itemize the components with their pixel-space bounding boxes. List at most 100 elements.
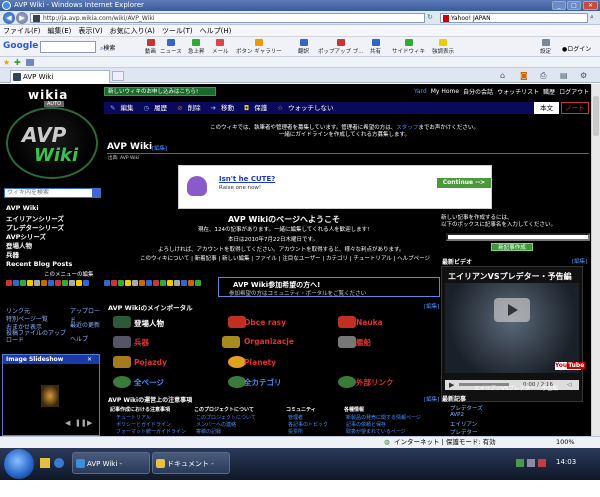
wikia-logo[interactable]: wikia — [28, 88, 68, 102]
tools-icon[interactable]: ⚙ — [580, 71, 587, 80]
toolbox-icon[interactable] — [104, 280, 110, 286]
toolbox-icon[interactable] — [195, 280, 201, 286]
play-icon[interactable] — [494, 298, 530, 322]
action-unwatch[interactable]: ☆ ウォッチしない — [277, 102, 338, 114]
column-item[interactable]: 管理者 — [288, 414, 303, 421]
scrollbar-thumb[interactable] — [593, 96, 599, 136]
minimize-button[interactable]: _ — [552, 1, 566, 10]
nav-avp-wiki[interactable]: AVP Wiki — [6, 204, 39, 212]
my-home-link[interactable]: My Home — [431, 88, 459, 95]
home-icon[interactable]: ⌂ — [500, 71, 505, 80]
rss-icon[interactable]: ◙ — [520, 71, 528, 80]
new-tab-button[interactable] — [112, 71, 124, 81]
ad-title[interactable]: Isn't he CUTE? — [219, 175, 275, 183]
column-item[interactable]: 寄稿の記録 — [196, 428, 221, 435]
task-documents[interactable]: ドキュメント - ワ... — [152, 452, 230, 490]
watchlist-link[interactable]: ウォッチリスト — [497, 87, 539, 96]
portal-all-pages[interactable]: 全ページ — [134, 377, 164, 388]
portal-obce-rasy[interactable]: Obce rasy — [244, 318, 286, 327]
video-player[interactable]: エイリアンVSプレデター・予告編 ▶ 0:00 / 2:16 ◁ — [441, 266, 583, 402]
wiki-search-button[interactable] — [92, 188, 101, 198]
youtube-logo[interactable]: YouTube — [555, 362, 586, 370]
toolbox-icon[interactable] — [20, 280, 26, 286]
recent-item[interactable]: プレデターズ — [450, 404, 483, 412]
video-play-button[interactable]: ▶ — [449, 380, 454, 390]
portal-external-links[interactable]: 外部リンク — [356, 377, 394, 388]
toolbox-icon[interactable] — [160, 280, 166, 286]
menu-help[interactable]: ヘルプ(H) — [200, 25, 232, 37]
tab-article[interactable]: 本文 — [534, 102, 559, 114]
toolbox-icon[interactable] — [188, 280, 194, 286]
browser-search-input[interactable]: Yahoo! JAPAN — [440, 13, 588, 23]
google-search-button[interactable]: ⌕検索 — [100, 43, 115, 53]
column-item[interactable]: 取扱が望まれているページ — [346, 428, 406, 435]
portal-ships[interactable]: 艦船 — [356, 337, 371, 348]
wiki-search-input[interactable] — [4, 188, 98, 198]
recent-item[interactable]: AVP2 — [450, 412, 464, 418]
toolbox-icon[interactable] — [111, 280, 117, 286]
toolbar-translate-button[interactable]: 翻訳 — [298, 39, 309, 55]
portal-organizacje[interactable]: Organizacje — [244, 337, 294, 346]
feed-icon[interactable] — [26, 59, 34, 66]
column-item[interactable]: 新製品の発売に関する情報ページ — [346, 414, 421, 421]
status-zone[interactable]: インターネット | 保護モード: 有効 — [394, 437, 496, 448]
toolbox-icon[interactable] — [83, 280, 89, 286]
page-menu-icon[interactable]: ▤ — [560, 71, 568, 80]
vertical-scrollbar[interactable] — [591, 84, 600, 436]
link-recentchanges[interactable]: 最近の更新 — [70, 320, 100, 329]
toolbox-icon[interactable] — [125, 280, 131, 286]
link-upload-file[interactable]: 投稿ファイルのアップロード — [6, 330, 66, 344]
column-item[interactable]: 投票所 — [288, 428, 303, 435]
action-history[interactable]: ◷ 履歴 — [143, 102, 172, 114]
new-wiki-banner[interactable]: 新しいウィキのお申し込みはこちら! — [104, 87, 216, 96]
print-icon[interactable]: ⎙ — [540, 71, 546, 81]
add-favorite-icon[interactable]: ✚ — [14, 58, 21, 67]
portal-planety[interactable]: Planety — [244, 358, 276, 367]
video-edit-link[interactable]: [編集] — [572, 257, 587, 265]
intro-links[interactable]: このウィキについて | 新着記事 | 新しい編集 | ファイル | 注目なユーザ… — [140, 254, 430, 262]
toolbox-icon[interactable] — [13, 280, 19, 286]
slideshow-next-icon[interactable]: ▶ — [87, 419, 92, 427]
column-item[interactable]: 各記事のトピック — [288, 421, 328, 428]
notes-edit-link[interactable]: [編集] — [424, 395, 439, 403]
toolbar-popup-button[interactable]: ポップアップ ブ... — [318, 39, 364, 55]
toolbox-icon[interactable] — [34, 280, 40, 286]
toolbox-icon[interactable] — [48, 280, 54, 286]
toolbox-icon[interactable] — [6, 280, 12, 286]
toolbox-icon[interactable] — [167, 280, 173, 286]
start-button[interactable] — [4, 449, 34, 479]
menu-tools[interactable]: ツール(T) — [162, 25, 193, 37]
slideshow-prev-icon[interactable]: ◀ — [65, 419, 70, 427]
column-item[interactable]: メンバーへの連絡 — [196, 421, 236, 428]
toolbar-share-button[interactable]: 共有 — [370, 39, 381, 55]
portal-all-categories[interactable]: 全カテゴリ — [244, 377, 282, 388]
menu-favorites[interactable]: お気に入り(A) — [110, 25, 155, 37]
nav-edit-link[interactable]: このメニューの編集 — [44, 270, 94, 278]
url-input[interactable]: http://ja.avp.wikia.com/wiki/AVP_Wiki — [30, 13, 425, 23]
volume-icon[interactable]: ◁ — [567, 380, 571, 390]
toolbar-gallery-button[interactable]: ボタン ギャラリー — [236, 39, 282, 55]
column-item[interactable]: このプロジェクトについて — [196, 414, 256, 421]
google-search-input[interactable] — [40, 41, 96, 53]
toolbar-trending-button[interactable]: 急上昇 — [188, 39, 205, 55]
toolbar-highlight-button[interactable]: 強調表示 — [432, 39, 454, 55]
refresh-icon[interactable]: ↻ — [427, 13, 433, 21]
quicklaunch-icon[interactable] — [40, 458, 50, 468]
column-item[interactable]: チュートリアル — [116, 414, 151, 421]
toolbox-icon[interactable] — [139, 280, 145, 286]
maximize-button[interactable]: □ — [567, 1, 581, 10]
toolbox-icon[interactable] — [132, 280, 138, 286]
column-item[interactable]: ポリシーとガイドライン — [116, 421, 171, 428]
favorites-star-icon[interactable]: ★ — [3, 58, 10, 67]
toolbar-sidewiki-button[interactable]: サイドウィキ — [392, 39, 425, 55]
volume-tray-icon[interactable] — [527, 459, 535, 467]
action-delete[interactable]: ⊘ 削除 — [177, 102, 205, 114]
toolbar-video-button[interactable]: 動画 — [145, 39, 156, 55]
logout-link[interactable]: ログアウト — [559, 87, 589, 96]
quicklaunch-ie-icon[interactable] — [54, 458, 64, 468]
action-protect[interactable]: ◘ 保護 — [244, 102, 272, 114]
staff-link[interactable]: スタッフ — [396, 125, 418, 131]
tab-talk[interactable]: ノート — [561, 102, 589, 114]
column-item[interactable]: 記事の依頼と保存 — [346, 421, 386, 428]
create-page-button[interactable]: 新記事作成 — [491, 243, 533, 251]
